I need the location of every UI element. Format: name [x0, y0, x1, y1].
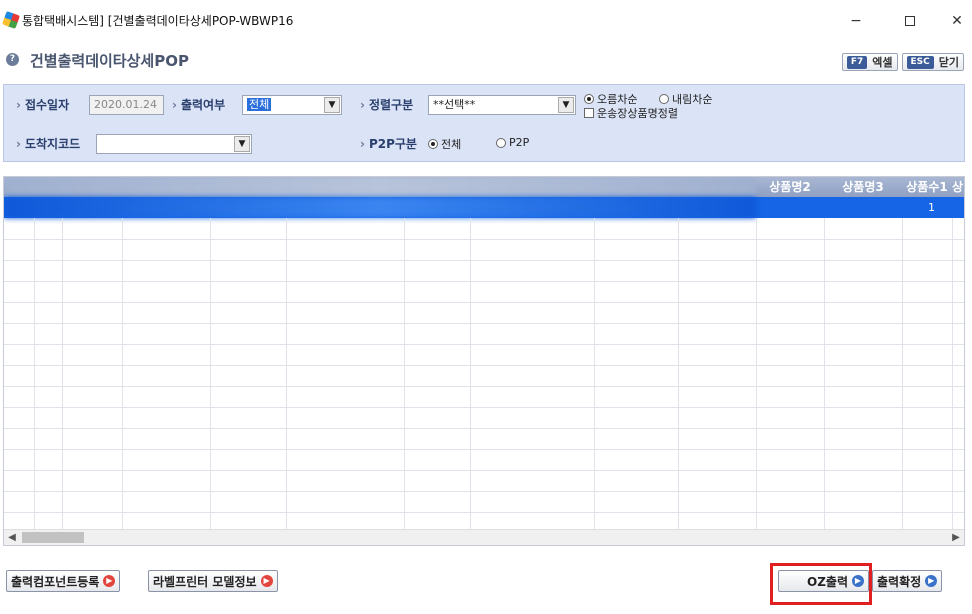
col-header-product3[interactable]: 상품명3 — [824, 177, 902, 197]
maximize-button[interactable] — [887, 10, 933, 32]
grid-line — [210, 218, 211, 543]
confirm-print-button[interactable]: 출력확정 ▶ — [872, 570, 943, 592]
radio-unchecked-icon — [659, 94, 669, 104]
esc-key-badge: ESC — [906, 55, 934, 69]
grid-line — [4, 281, 964, 282]
grid-line — [902, 218, 903, 543]
p2p-label: P2P구분 — [360, 135, 417, 152]
grid-line — [756, 218, 757, 543]
arrow-circle-icon: ▶ — [925, 575, 938, 587]
grid-line — [470, 218, 471, 543]
grid-line — [4, 344, 964, 345]
product-sort-label: 운송장상품명정렬 — [597, 107, 678, 120]
app-logo-icon — [2, 11, 20, 29]
p2p-p2p-radio[interactable]: P2P — [496, 136, 529, 149]
blurred-header-region — [4, 177, 756, 197]
col-header-partial[interactable]: 상 — [952, 177, 964, 197]
page-header: ? 건별출력데이타상세POP F7 엑셀 ESC 닫기 — [0, 44, 972, 74]
help-circle-icon: ? — [6, 53, 19, 66]
print-yn-value: 전체 — [247, 98, 272, 111]
close-button[interactable]: ESC 닫기 — [901, 53, 964, 71]
checkbox-icon — [584, 108, 594, 118]
radio-checked-icon — [584, 94, 594, 104]
order-desc-label: 내림차순 — [672, 93, 713, 106]
p2p-all-label: 전체 — [441, 138, 462, 151]
close-label: 닫기 — [938, 56, 959, 69]
search-filter-panel: 접수일자 2020.01.24 출력여부 전체 ▼ 정렬구분 **선택** ▼ … — [3, 84, 965, 162]
blurred-row-region — [4, 197, 756, 218]
label-printer-label: 라벨프린터 모델정보 — [153, 574, 257, 589]
col-header-product2[interactable]: 상품명2 — [756, 177, 824, 197]
receipt-date-label: 접수일자 — [16, 96, 69, 113]
dest-code-select[interactable]: ▼ — [96, 134, 252, 154]
close-window-button[interactable]: ✕ — [934, 10, 972, 32]
grid-line — [122, 218, 123, 543]
grid-line — [4, 260, 964, 261]
grid-line — [4, 491, 964, 492]
scroll-left-icon[interactable]: ◀ — [4, 530, 20, 545]
grid-line — [62, 218, 63, 543]
grid-line — [4, 449, 964, 450]
window-titlebar: 통합택배시스템] [건별출력데이타상세POP-WBWP16 — [0, 0, 972, 40]
dropdown-arrow-icon[interactable]: ▼ — [234, 136, 250, 152]
grid-line — [824, 218, 825, 543]
p2p-p2p-label: P2P — [509, 136, 530, 149]
col-header-qty1[interactable]: 상품수1 — [902, 177, 952, 197]
grid-line — [4, 407, 964, 408]
confirm-print-label: 출력확정 — [877, 574, 922, 589]
horizontal-scrollbar[interactable]: ◀ ▶ — [4, 529, 964, 545]
grid-line — [4, 302, 964, 303]
arrow-circle-icon: ▶ — [260, 575, 273, 587]
grid-line — [952, 218, 953, 543]
sort-label: 정렬구분 — [360, 96, 413, 113]
register-print-component-button[interactable]: 출력컴포넌트등록 ▶ — [6, 570, 121, 592]
grid-line — [4, 239, 964, 240]
maximize-icon — [905, 16, 915, 26]
grid-header: 상품명2 상품명3 상품수1 상 — [4, 177, 964, 197]
grid-line — [286, 218, 287, 543]
product-sort-checkbox[interactable]: 운송장상품명정렬 — [584, 105, 678, 121]
data-grid[interactable]: 상품명2 상품명3 상품수1 상 1 ◀ ▶ — [3, 176, 965, 546]
receipt-date-input[interactable]: 2020.01.24 — [89, 95, 164, 115]
grid-line — [594, 218, 595, 543]
grid-line — [34, 218, 35, 543]
grid-line — [4, 512, 964, 513]
row-qty-cell: 1 — [928, 201, 935, 214]
grid-line — [4, 386, 964, 387]
grid-line — [4, 365, 964, 366]
f7-key-badge: F7 — [846, 55, 868, 69]
grid-line — [4, 323, 964, 324]
radio-unchecked-icon — [496, 137, 506, 148]
excel-label: 엑셀 — [872, 56, 893, 69]
sort-select[interactable]: **선택** ▼ — [428, 95, 576, 115]
scroll-right-icon[interactable]: ▶ — [948, 530, 964, 545]
grid-line — [4, 470, 964, 471]
minimize-button[interactable]: − — [833, 10, 879, 32]
page-title: 건별출력데이타상세POP — [30, 52, 189, 70]
label-printer-model-button[interactable]: 라벨프린터 모델정보 ▶ — [148, 570, 278, 592]
print-yn-select[interactable]: 전체 ▼ — [242, 95, 342, 115]
arrow-circle-icon: ▶ — [103, 575, 116, 587]
register-label: 출력컴포넌트등록 — [11, 574, 100, 589]
print-yn-label: 출력여부 — [172, 96, 225, 113]
dropdown-arrow-icon[interactable]: ▼ — [324, 97, 340, 113]
highlight-box — [770, 563, 872, 605]
scroll-thumb[interactable] — [22, 532, 84, 543]
selected-table-row[interactable] — [4, 197, 964, 218]
dest-code-label: 도착지코드 — [16, 135, 80, 152]
excel-button[interactable]: F7 엑셀 — [841, 53, 898, 71]
p2p-all-radio[interactable]: 전체 — [428, 136, 461, 152]
sort-value: **선택** — [433, 98, 476, 111]
dropdown-arrow-icon[interactable]: ▼ — [558, 97, 574, 113]
grid-line — [678, 218, 679, 543]
window-title: 통합택배시스템] [건별출력데이타상세POP-WBWP16 — [22, 13, 294, 28]
radio-checked-icon — [428, 139, 438, 149]
grid-line — [404, 218, 405, 543]
grid-line — [4, 428, 964, 429]
